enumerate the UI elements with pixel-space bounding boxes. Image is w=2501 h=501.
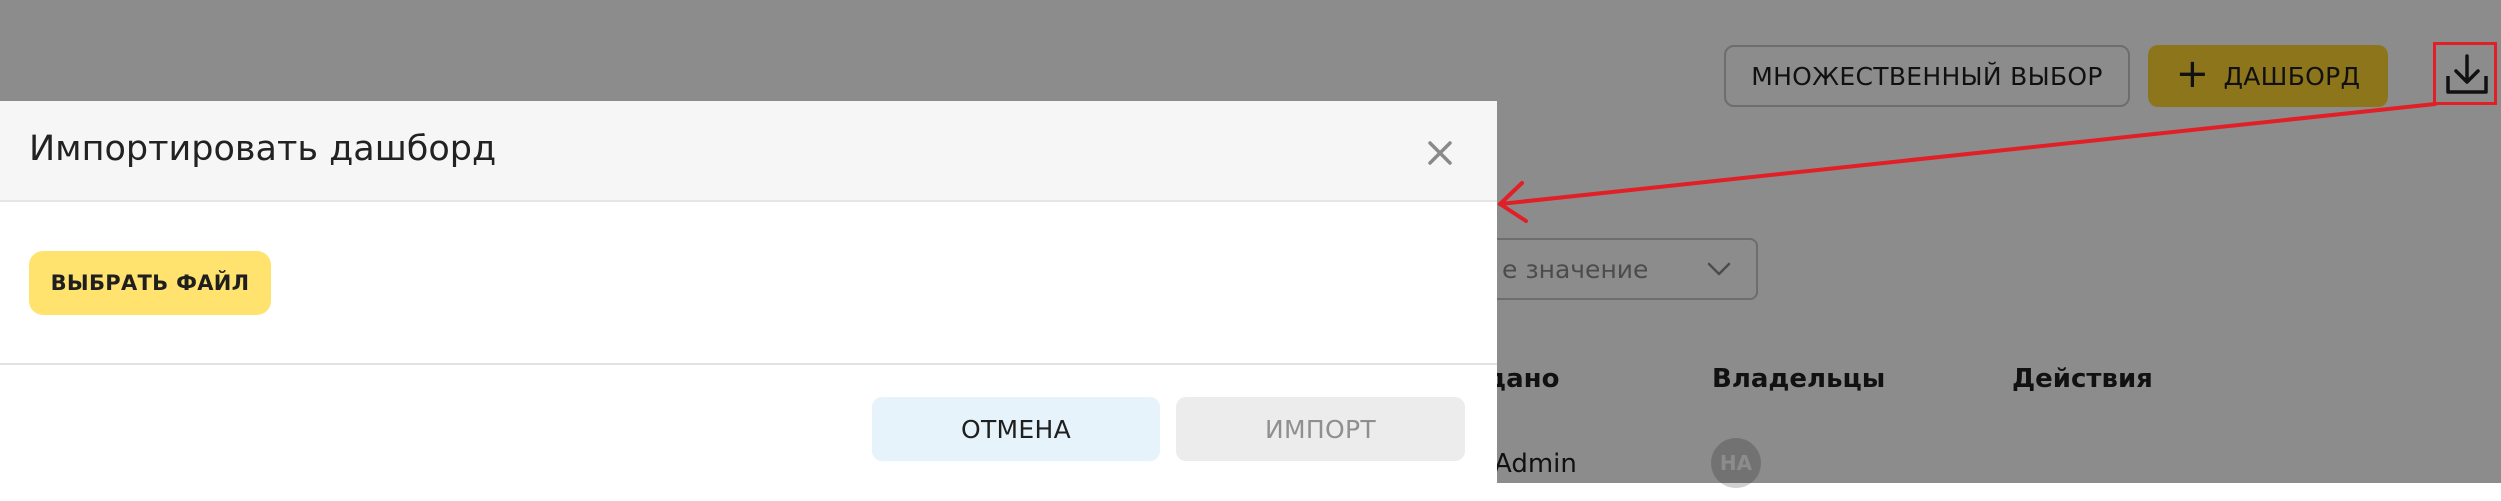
annotation-arrow bbox=[1498, 102, 2437, 223]
